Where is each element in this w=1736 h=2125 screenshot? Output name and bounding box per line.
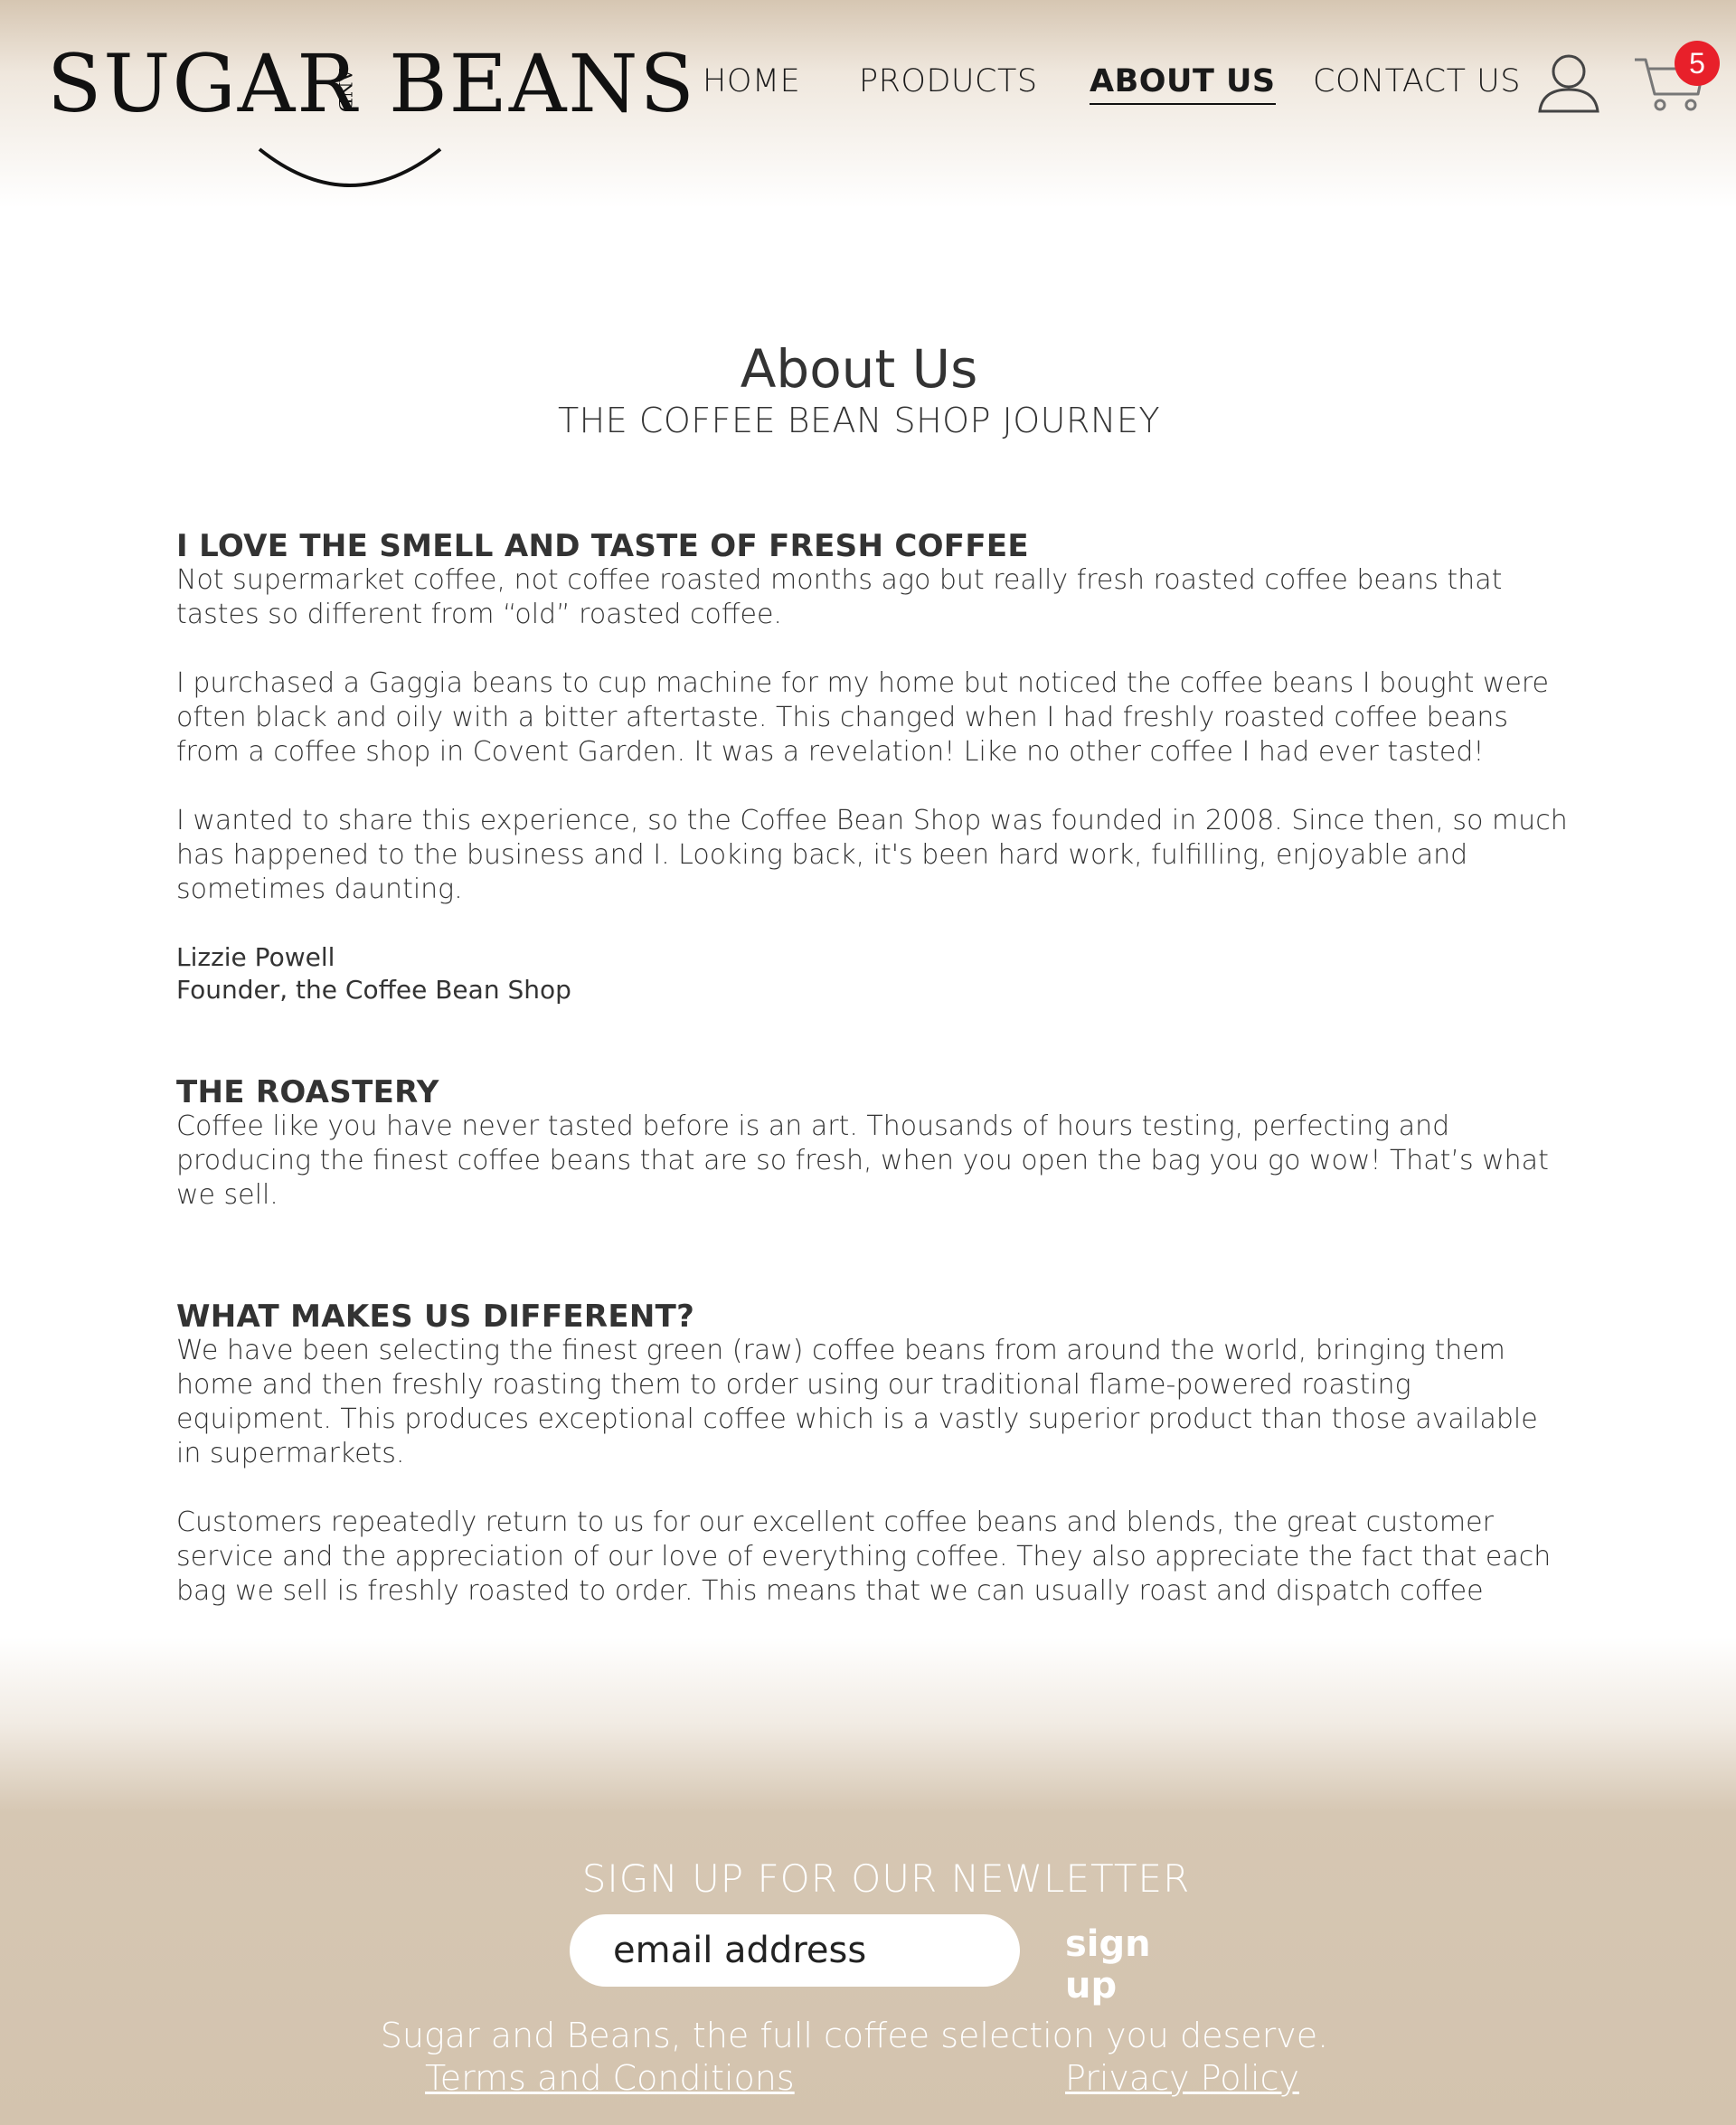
paragraph: I purchased a Gaggia beans to cup machin… — [176, 667, 1550, 768]
nav-products[interactable]: PRODUCTS — [859, 56, 1038, 107]
privacy-link[interactable]: Privacy Policy — [1065, 2055, 1299, 2101]
about-content: I LOVE THE SMELL AND TASTE OF FRESH COFF… — [176, 529, 1569, 1609]
paragraph: Not supermarket coffee, not coffee roast… — [176, 564, 1503, 630]
paragraph: We have been selecting the finest green … — [176, 1335, 1538, 1469]
page-title: About Us — [740, 338, 978, 400]
nav-contact-us[interactable]: CONTACT US — [1313, 56, 1521, 107]
nav-home[interactable]: HOME — [703, 56, 800, 107]
terms-link[interactable]: Terms and Conditions — [425, 2055, 795, 2101]
main-nav: HOME PRODUCTS ABOUT US CONTACT US — [0, 56, 1736, 110]
logo-smile-icon — [258, 147, 442, 187]
cart-count-badge[interactable]: 5 — [1675, 41, 1720, 86]
sign-up-button[interactable]: sign up — [1065, 1923, 1210, 2007]
nav-about-us[interactable]: ABOUT US — [1090, 56, 1276, 107]
user-icon[interactable] — [1537, 52, 1600, 115]
paragraph: Customers repeatedly return to us for ou… — [176, 1506, 1552, 1607]
section-heading-roastery: THE ROASTERY — [176, 1074, 439, 1110]
paragraph: Coffee like you have never tasted before… — [176, 1110, 1549, 1211]
paragraph: I wanted to share this experience, so th… — [176, 805, 1568, 905]
page-subtitle: THE COFFEE BEAN SHOP JOURNEY — [557, 401, 1161, 440]
newsletter-title: SIGN UP FOR OUR NEWLETTER — [581, 1856, 1191, 1901]
site-header: SUGAR AND BEANS HOME PRODUCTS ABOUT US C… — [0, 0, 1736, 208]
section-heading-different: WHAT MAKES US DIFFERENT? — [176, 1299, 695, 1335]
footer-tagline: Sugar and Beans, the full coffee selecti… — [380, 2016, 1329, 2055]
signature-title: Founder, the Coffee Bean Shop — [176, 975, 571, 1005]
email-input[interactable] — [570, 1914, 1020, 1987]
signature-name: Lizzie Powell — [176, 942, 335, 972]
section-heading-fresh-coffee: I LOVE THE SMELL AND TASTE OF FRESH COFF… — [176, 528, 1029, 564]
